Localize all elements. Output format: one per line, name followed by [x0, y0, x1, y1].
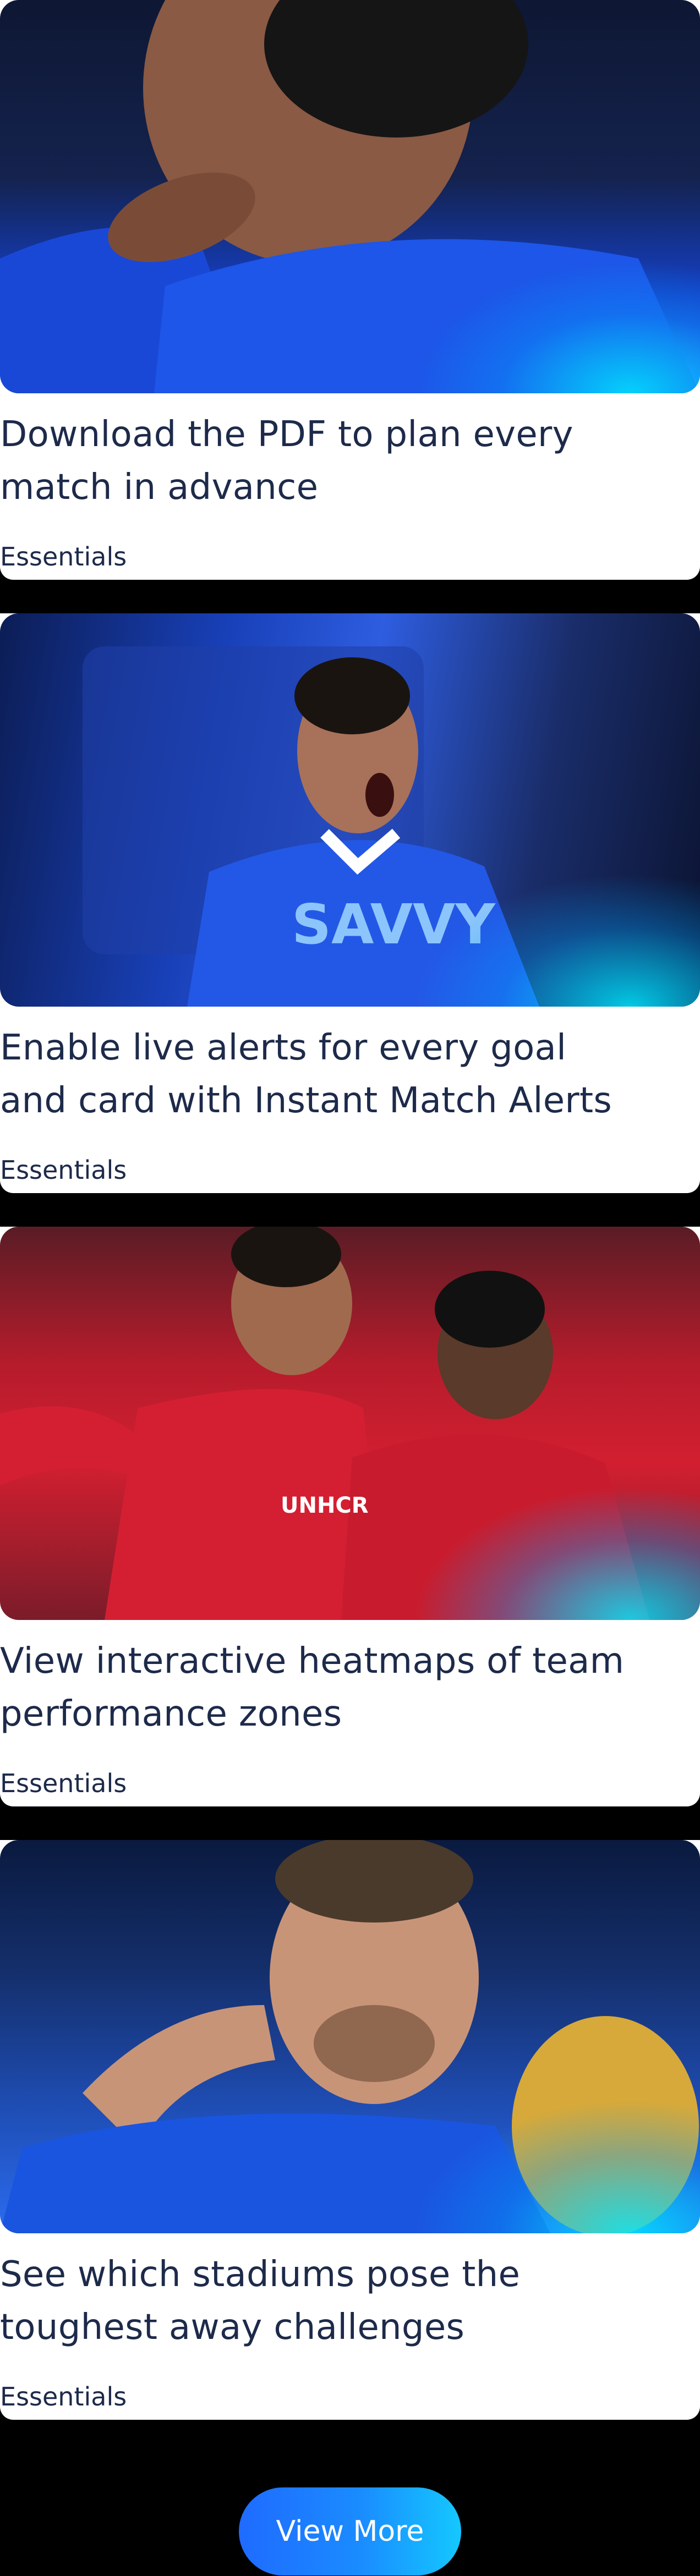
player-photo-2: SAVVY: [83, 646, 539, 1007]
svg-text:UNHCR: UNHCR: [281, 1493, 369, 1518]
article-tag-3: Essentials: [0, 1768, 127, 1798]
article-image-3[interactable]: UNHCR: [0, 1227, 700, 1620]
article-title-2[interactable]: Enable live alerts for every goal and ca…: [0, 1021, 633, 1127]
article-title-1[interactable]: Download the PDF to plan every match in …: [0, 408, 633, 514]
player-photo-1: [0, 0, 700, 393]
article-tag-2: Essentials: [0, 1155, 127, 1185]
svg-text:SAVVY: SAVVY: [292, 892, 496, 957]
player-photo-4: [0, 1840, 699, 2233]
article-title-3[interactable]: View interactive heatmaps of team perfor…: [0, 1635, 633, 1740]
article-card-4[interactable]: See which stadiums pose the toughest awa…: [0, 1840, 700, 2420]
view-more-button[interactable]: View More: [239, 2487, 461, 2575]
player-photo-3: UNHCR: [0, 1227, 649, 1620]
article-image-4[interactable]: [0, 1840, 700, 2233]
article-tag-4: Essentials: [0, 2382, 127, 2412]
article-tag-1: Essentials: [0, 542, 127, 572]
article-card-2[interactable]: SAVVY Enable live alerts for every goal …: [0, 613, 700, 1193]
article-card-3[interactable]: UNHCR View interactive heatmaps of team …: [0, 1227, 700, 1806]
article-card-1[interactable]: Download the PDF to plan every match in …: [0, 0, 700, 580]
article-image-2[interactable]: SAVVY: [0, 613, 700, 1007]
article-title-4[interactable]: See which stadiums pose the toughest awa…: [0, 2248, 633, 2354]
article-image-1[interactable]: [0, 0, 700, 393]
